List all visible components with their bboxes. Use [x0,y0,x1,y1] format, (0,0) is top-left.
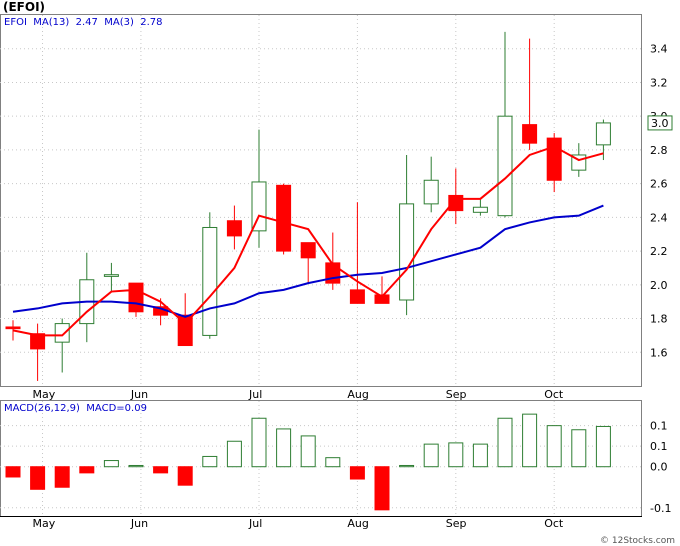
macd-tick-label: 0.0 [650,461,668,474]
macd-bar [153,466,169,474]
macd-bar [325,457,341,468]
candle-body [251,181,267,232]
macd-panel-frame [0,400,642,517]
price-x-tick-label: Aug [347,388,368,401]
price-legend: EFOI MA(13) 2.47 MA(3) 2.78 [4,17,162,28]
macd-bar [5,466,21,478]
macd-tick-label: -0.1 [650,502,671,515]
macd-bar [522,413,538,468]
macd-bar [251,417,267,468]
moving-average-lines [12,145,604,337]
candle-body [546,137,562,181]
price-tick-label: 2.6 [650,178,668,191]
chart-stage: (EFOI) EFOI MA(13) 2.47 MA(3) 2.78 MACD(… [0,0,680,546]
macd-bar [300,435,316,468]
price-x-tick-label: Sep [446,388,467,401]
macd-gridlines [0,401,641,516]
candle-body [276,184,292,252]
macd-bar [497,417,513,468]
macd-bar [276,428,292,468]
macd-x-tick-label: Jun [130,517,148,530]
price-panel-frame [0,14,642,387]
price-tick-label: 1.6 [650,346,668,359]
price-tick-label: 1.8 [650,313,668,326]
macd-tick-label: 0.1 [650,420,668,433]
macd-x-tick-label: Sep [446,517,467,530]
candle-body [54,323,70,343]
chart-canvas: (EFOI) EFOI MA(13) 2.47 MA(3) 2.78 MACD(… [0,0,675,546]
macd-bar [374,466,390,511]
candle-body [349,289,365,304]
macd-x-tick-label: Jul [248,517,262,530]
macd-bar [103,460,119,468]
price-x-tick-label: Jul [248,388,262,401]
macd-bar [128,464,144,468]
price-x-tick-label: Oct [544,388,564,401]
macd-x-tick-label: May [33,517,56,530]
macd-bar [202,455,218,468]
ticker-title: (EFOI) [3,0,45,14]
candle-body [202,226,218,336]
macd-bar [546,425,562,468]
macd-bar [54,466,70,488]
candle-body [128,282,144,313]
candle-body [497,115,513,217]
candle-body [448,194,464,212]
candle-body [103,274,119,277]
price-tick-label: 2.2 [650,245,668,258]
macd-bar [79,466,95,474]
candle-body [595,122,611,146]
price-tick-label: 3.4 [650,43,668,56]
macd-bar [472,443,488,468]
macd-bar [423,443,439,468]
macd-x-tick-label: Aug [347,517,368,530]
price-tick-label: 2.4 [650,211,668,224]
macd-bar [595,425,611,468]
candle-body [472,206,488,213]
price-tick-label: 2.0 [650,279,668,292]
macd-bar [399,464,415,468]
watermark: © 12Stocks.com [600,536,675,546]
macd-x-axis: May Jun Jul Aug Sep Oct [33,517,564,530]
candle-body [5,326,21,330]
price-x-tick-label: May [33,388,56,401]
macd-legend: MACD(26,12,9) MACD=0.09 [4,403,147,414]
candle-body [522,124,538,144]
macd-bar [226,440,242,468]
price-y-axis: 1.6 1.8 2.0 2.2 2.4 2.6 2.8 3.0 3.2 3.4 [650,43,668,360]
macd-y-axis: -0.1 0.0 0.1 0.1 [650,420,671,515]
price-gridlines [0,15,641,386]
last-price-label: 3.0 [651,117,669,130]
macd-bar [177,466,193,486]
candlestick-series [5,31,611,381]
macd-bar [30,466,46,490]
candle-body [399,203,415,301]
macd-x-tick-label: Oct [544,517,564,530]
macd-tick-label: 0.1 [650,440,668,453]
candle-body [300,242,316,259]
macd-bar [349,466,365,480]
last-price-badge: 3.0 [647,115,673,131]
candle-body [226,220,242,237]
price-tick-label: 2.8 [650,144,668,157]
macd-bar [571,429,587,468]
candle-body [423,179,439,205]
price-tick-label: 3.2 [650,76,668,89]
macd-bar [448,442,464,468]
price-x-tick-label: Jun [130,388,148,401]
price-x-axis: May Jun Jul Aug Sep Oct [33,388,564,401]
macd-histogram [5,413,611,511]
ma3-line [12,145,604,337]
